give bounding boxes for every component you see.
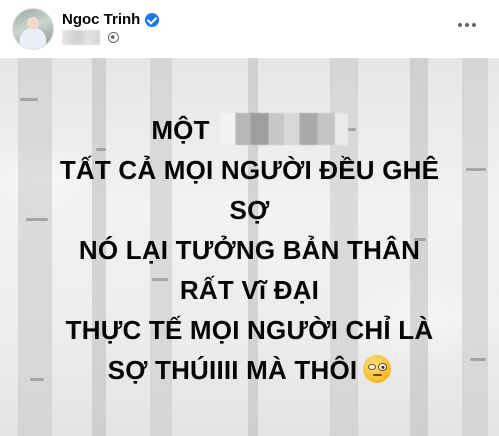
post-text-line-1: MỘT: [0, 110, 499, 150]
woozy-face-emoji-icon: [363, 355, 392, 383]
author-avatar[interactable]: [12, 8, 54, 50]
blurred-timestamp[interactable]: [62, 30, 100, 45]
post-meta: [62, 30, 119, 45]
post-text-line-5: RẤT Vĩ ĐẠI: [179, 275, 320, 305]
post-header: Ngoc Trinh: [0, 0, 499, 58]
verified-badge-icon: [145, 12, 160, 27]
post-background: MỘT TẤT CẢ MỌI NGƯỜI ĐỀU GHÊ SỢ NÓ LẠI T…: [0, 58, 499, 436]
post-text-line-7: SỢ THÚIIII MÀ THÔI: [0, 350, 499, 390]
bark-mark: [20, 98, 38, 101]
post-text-line-3: SỢ: [229, 195, 270, 225]
redacted-word: [219, 113, 348, 145]
more-options-icon[interactable]: [452, 10, 482, 40]
post-text-line-4: NÓ LẠI TƯỞNG BẢN THÂN: [78, 235, 421, 265]
post-text: MỘT TẤT CẢ MỌI NGƯỜI ĐỀU GHÊ SỢ NÓ LẠI T…: [0, 110, 499, 390]
post-text-line-2: TẤT CẢ MỌI NGƯỜI ĐỀU GHÊ: [59, 155, 440, 185]
post-text-line-6: THỰC TẾ MỌI NGƯỜI CHỈ LÀ: [65, 315, 434, 345]
author-row: Ngoc Trinh: [62, 11, 160, 28]
globe-icon: [108, 32, 119, 43]
author-name[interactable]: Ngoc Trinh: [62, 11, 140, 28]
